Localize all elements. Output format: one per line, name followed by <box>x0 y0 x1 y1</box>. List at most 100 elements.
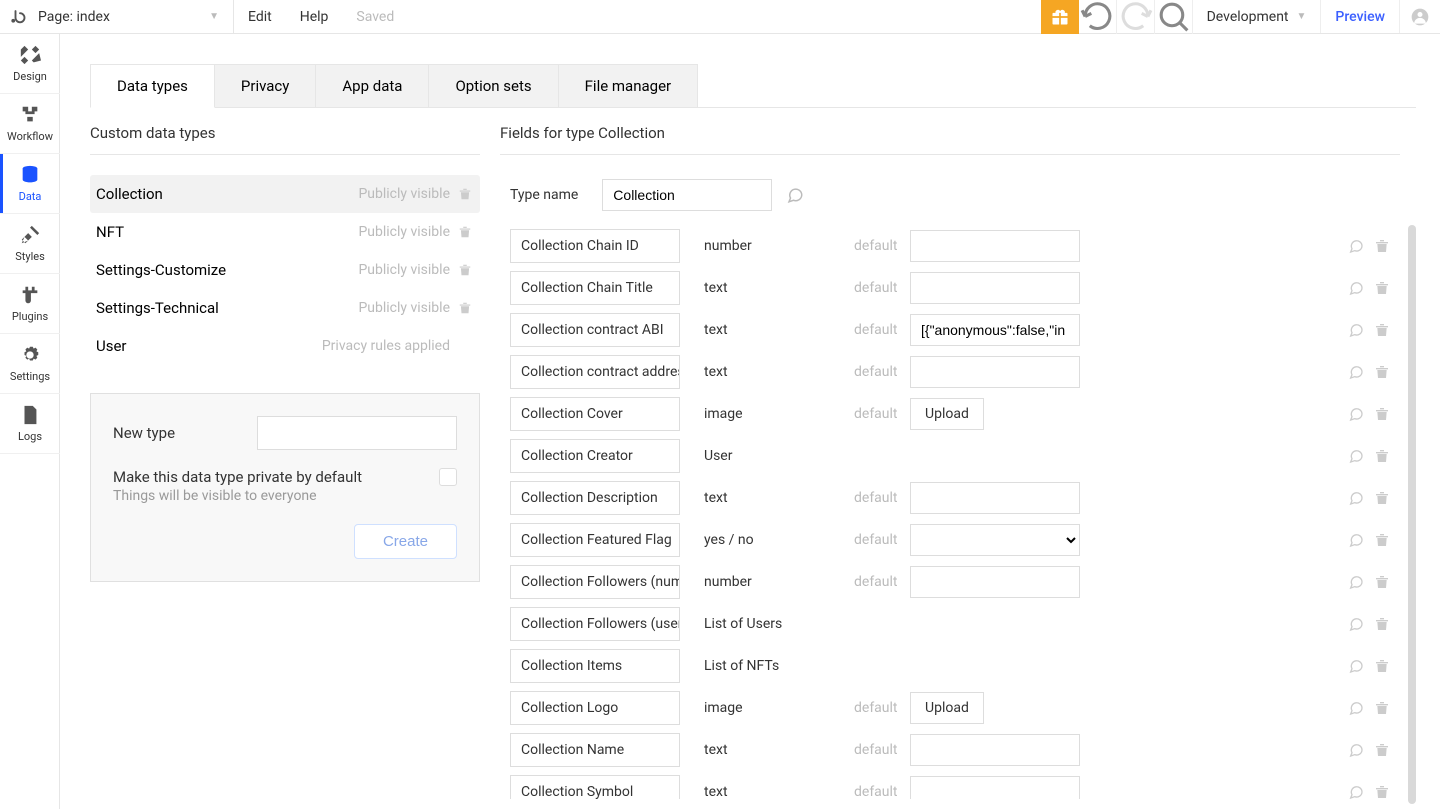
private-checkbox[interactable] <box>439 468 457 486</box>
field-default-select[interactable] <box>910 524 1080 556</box>
help-menu[interactable]: Help <box>286 0 343 33</box>
trash-icon[interactable] <box>458 225 474 239</box>
comment-icon[interactable] <box>1348 616 1364 632</box>
trash-icon[interactable] <box>1374 742 1390 758</box>
nav-logs[interactable]: Logs <box>0 394 60 454</box>
field-default-input[interactable] <box>910 356 1080 388</box>
comment-icon[interactable] <box>786 186 804 204</box>
trash-icon[interactable] <box>1374 238 1390 254</box>
trash-icon[interactable] <box>1374 490 1390 506</box>
tab-app-data[interactable]: App data <box>315 64 429 107</box>
trash-icon[interactable] <box>1374 532 1390 548</box>
field-default-input[interactable] <box>910 230 1080 262</box>
comment-icon[interactable] <box>1348 532 1364 548</box>
user-avatar[interactable] <box>1400 7 1440 27</box>
field-name-input[interactable]: Collection Description <box>510 481 680 515</box>
trash-icon[interactable] <box>1374 784 1390 799</box>
field-name-input[interactable]: Collection Followers (number) <box>510 565 680 599</box>
comment-icon[interactable] <box>1348 784 1364 799</box>
gift-button[interactable] <box>1041 0 1079 34</box>
field-name-input[interactable]: Collection Cover <box>510 397 680 431</box>
type-row[interactable]: Settings-CustomizePublicly visible <box>90 251 480 289</box>
field-type: text <box>704 280 854 296</box>
tab-option-sets[interactable]: Option sets <box>428 64 558 107</box>
nav-plugins[interactable]: Plugins <box>0 274 60 334</box>
comment-icon[interactable] <box>1348 658 1364 674</box>
field-row: Collection Chain IDnumberdefault <box>500 227 1400 265</box>
new-type-input[interactable] <box>257 416 457 450</box>
nav-styles[interactable]: Styles <box>0 214 60 274</box>
environment-selector[interactable]: Development ▼ <box>1193 0 1322 33</box>
comment-icon[interactable] <box>1348 406 1364 422</box>
bubble-logo <box>0 0 34 34</box>
tab-file-manager[interactable]: File manager <box>558 64 698 107</box>
comment-icon[interactable] <box>1348 364 1364 380</box>
field-default-input[interactable] <box>910 566 1080 598</box>
field-name-input[interactable]: Collection contract ABI <box>510 313 680 347</box>
field-row: Collection CreatorUser <box>500 437 1400 475</box>
field-name-input[interactable]: Collection Chain ID <box>510 229 680 263</box>
nav-settings[interactable]: Settings <box>0 334 60 394</box>
upload-button[interactable]: Upload <box>910 398 984 430</box>
type-row[interactable]: Settings-TechnicalPublicly visible <box>90 289 480 327</box>
trash-icon[interactable] <box>1374 322 1390 338</box>
type-row[interactable]: UserPrivacy rules applied <box>90 327 480 365</box>
trash-icon[interactable] <box>1374 700 1390 716</box>
field-name-input[interactable]: Collection contract address <box>510 355 680 389</box>
trash-icon[interactable] <box>1374 574 1390 590</box>
field-row: Collection Followers (users) List of User… <box>500 605 1400 643</box>
field-default-input[interactable] <box>910 272 1080 304</box>
field-name-input[interactable]: Collection Symbol <box>510 775 680 799</box>
preview-button[interactable]: Preview <box>1321 0 1400 33</box>
vertical-scrollbar[interactable] <box>1408 225 1416 804</box>
edit-menu[interactable]: Edit <box>234 0 286 33</box>
field-name-input[interactable]: Collection Creator <box>510 439 680 473</box>
field-name-input[interactable]: Collection Chain Title <box>510 271 680 305</box>
nav-data[interactable]: Data <box>0 154 60 214</box>
type-name: Settings-Customize <box>96 261 358 279</box>
field-type: List of Users <box>704 616 854 632</box>
trash-icon[interactable] <box>1374 616 1390 632</box>
field-default-input[interactable] <box>910 734 1080 766</box>
field-default-input[interactable] <box>910 776 1080 799</box>
redo-button[interactable] <box>1117 0 1155 34</box>
comment-icon[interactable] <box>1348 574 1364 590</box>
comment-icon[interactable] <box>1348 742 1364 758</box>
trash-icon[interactable] <box>1374 364 1390 380</box>
field-name-input[interactable]: Collection Followers (users) <box>510 607 680 641</box>
field-name-input[interactable]: Collection Logo <box>510 691 680 725</box>
type-row[interactable]: CollectionPublicly visible <box>90 175 480 213</box>
create-button[interactable]: Create <box>354 524 457 559</box>
upload-button[interactable]: Upload <box>910 692 984 724</box>
comment-icon[interactable] <box>1348 322 1364 338</box>
undo-button[interactable] <box>1079 0 1117 34</box>
trash-icon[interactable] <box>458 301 474 315</box>
field-default-input[interactable] <box>910 482 1080 514</box>
search-button[interactable] <box>1155 0 1193 34</box>
nav-workflow[interactable]: Workflow <box>0 94 60 154</box>
field-default-input[interactable] <box>910 314 1080 346</box>
trash-icon[interactable] <box>1374 658 1390 674</box>
comment-icon[interactable] <box>1348 448 1364 464</box>
type-row[interactable]: NFTPublicly visible <box>90 213 480 251</box>
comment-icon[interactable] <box>1348 280 1364 296</box>
page-selector[interactable]: Page: index ▼ <box>34 0 234 33</box>
trash-icon[interactable] <box>1374 448 1390 464</box>
default-label: default <box>854 742 910 758</box>
trash-icon[interactable] <box>1374 406 1390 422</box>
field-name-input[interactable]: Collection Items <box>510 649 680 683</box>
trash-icon[interactable] <box>458 263 474 277</box>
trash-icon[interactable] <box>1374 280 1390 296</box>
field-row: Collection ItemsList of NFTs <box>500 647 1400 685</box>
type-visibility: Publicly visible <box>358 300 450 316</box>
comment-icon[interactable] <box>1348 490 1364 506</box>
trash-icon[interactable] <box>458 187 474 201</box>
comment-icon[interactable] <box>1348 238 1364 254</box>
comment-icon[interactable] <box>1348 700 1364 716</box>
tab-data-types[interactable]: Data types <box>90 64 215 108</box>
field-name-input[interactable]: Collection Name <box>510 733 680 767</box>
nav-design[interactable]: Design <box>0 34 60 94</box>
field-name-input[interactable]: Collection Featured Flag <box>510 523 680 557</box>
tab-privacy[interactable]: Privacy <box>214 64 316 107</box>
type-name-input[interactable] <box>602 179 772 211</box>
